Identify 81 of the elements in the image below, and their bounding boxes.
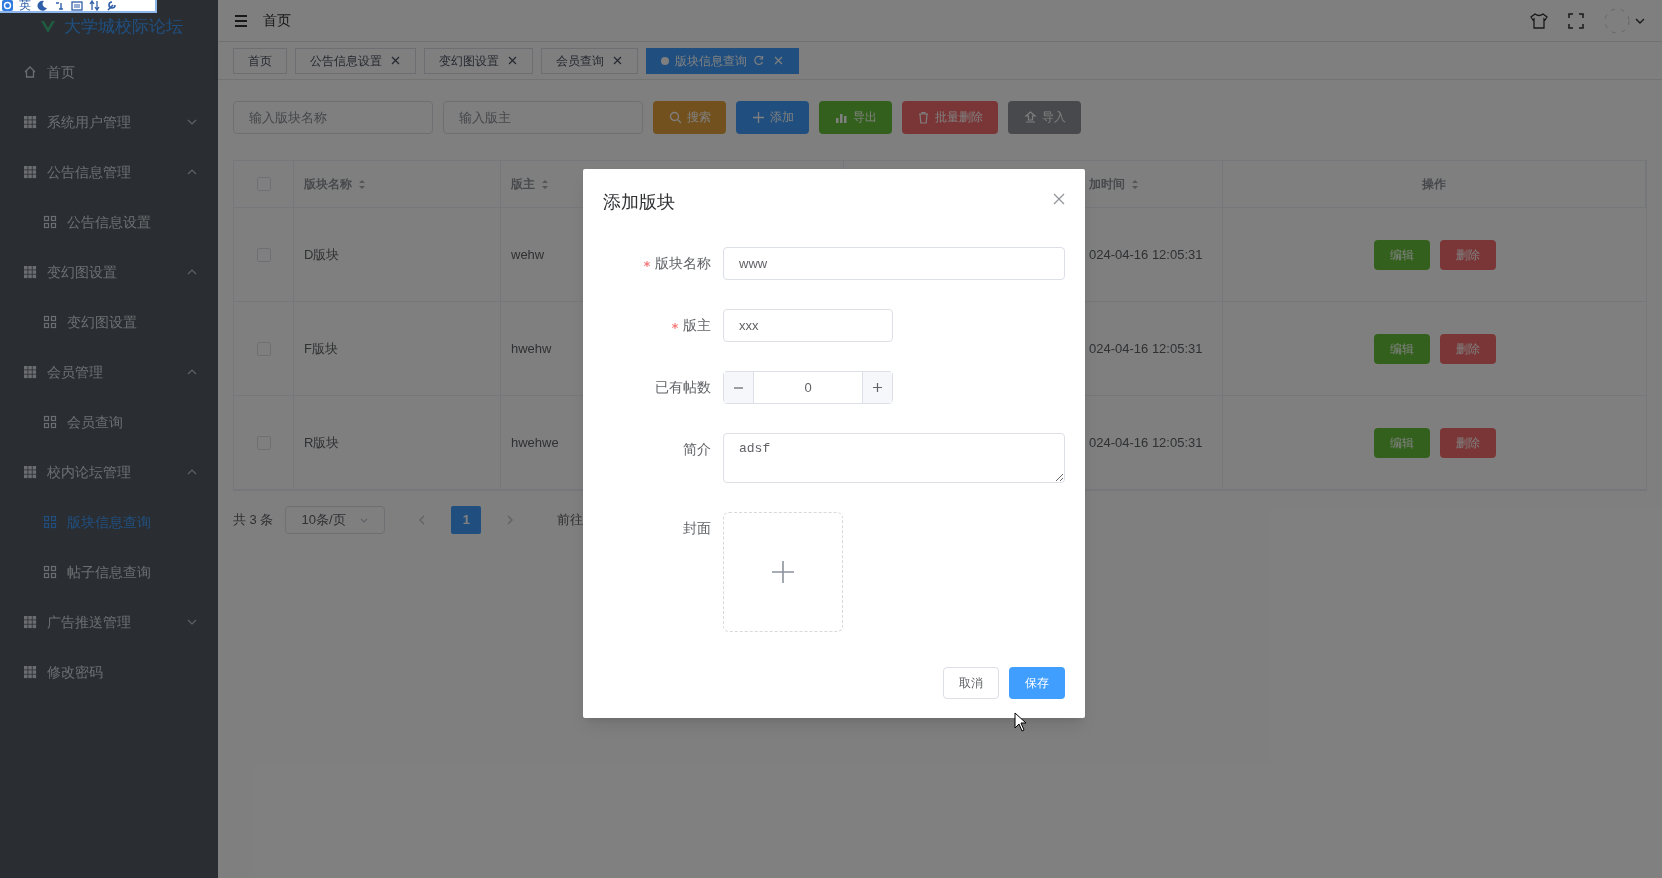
- menu-icon: [234, 13, 248, 28]
- field-label: 已有帖数: [655, 378, 711, 397]
- menu-item[interactable]: 首页: [0, 47, 218, 97]
- toolbar-button[interactable]: 添加: [736, 100, 809, 134]
- input-field[interactable]: www: [723, 247, 1065, 280]
- field-label: 简介: [683, 440, 711, 459]
- cancel-button[interactable]: 取消: [943, 667, 999, 699]
- upload-icon: [1023, 110, 1037, 124]
- table-cell-text: D版块: [304, 245, 340, 264]
- arrows-icon: [89, 0, 100, 11]
- table-cell-text: hwehwe: [511, 433, 559, 452]
- upload-box[interactable]: [723, 512, 843, 632]
- text-area[interactable]: adsf: [723, 433, 1065, 483]
- tab[interactable]: 变幻图设置: [424, 47, 533, 74]
- submenu-item[interactable]: 帖子信息查询: [0, 547, 218, 597]
- tab[interactable]: 会员查询: [541, 47, 638, 74]
- toolbar-button[interactable]: 批量删除: [902, 100, 998, 134]
- delete-button[interactable]: 删除: [1439, 333, 1496, 364]
- grid-icon: [23, 465, 37, 479]
- four-squares-icon: [43, 415, 57, 429]
- tab[interactable]: 公告信息设置: [295, 47, 416, 74]
- four-squares-icon: [43, 515, 57, 529]
- submenu-item[interactable]: 版块信息查询: [0, 497, 218, 547]
- edit-button[interactable]: 编辑: [1373, 333, 1430, 364]
- moon-icon: [37, 0, 48, 11]
- four-squares-icon: [43, 565, 57, 579]
- grid-icon: [23, 165, 37, 179]
- toolbar-button[interactable]: 搜索: [653, 100, 726, 134]
- trash-icon: [917, 110, 930, 124]
- shirt-icon: [1530, 11, 1548, 30]
- close-icon: [1053, 193, 1065, 205]
- plus-icon: [751, 110, 765, 124]
- save-button[interactable]: 保存: [1009, 667, 1065, 699]
- refresh-icon: [753, 55, 765, 66]
- delete-button[interactable]: 删除: [1439, 427, 1496, 458]
- submenu-item[interactable]: 公告信息设置: [0, 197, 218, 247]
- field-label: 版块名称: [655, 254, 711, 273]
- field-label: 封面: [683, 519, 711, 538]
- submenu-item[interactable]: 会员查询: [0, 397, 218, 447]
- avatar-icon: [1604, 7, 1630, 34]
- logo-icon: [40, 19, 56, 34]
- dot-icon: [661, 56, 669, 65]
- page-size-select[interactable]: 10条/页: [285, 506, 386, 534]
- goto-label: 前往: [557, 511, 584, 530]
- menu-item[interactable]: 变幻图设置: [0, 247, 218, 297]
- grid-icon: [23, 265, 37, 279]
- table-cell-text: wehw: [511, 245, 545, 264]
- fullscreen-icon: [1568, 12, 1584, 29]
- search-icon: [668, 110, 682, 124]
- grid-icon: [23, 615, 37, 629]
- table-cell-text: hwehw: [511, 339, 552, 358]
- grid-icon: [23, 665, 37, 679]
- four-squares-icon: [43, 315, 57, 329]
- table-cell-text: F版块: [304, 339, 338, 358]
- edit-button[interactable]: 编辑: [1373, 427, 1430, 458]
- edit-button[interactable]: 编辑: [1373, 239, 1430, 270]
- table-cell-text: 024-04-16 12:05:31: [1089, 339, 1203, 358]
- input-language-label[interactable]: 英: [19, 0, 31, 11]
- plus-icon: [872, 382, 883, 393]
- total-count: 共 3 条: [233, 511, 274, 530]
- plus-icon: [771, 560, 795, 584]
- four-squares-icon: [43, 215, 57, 229]
- grid-icon: [23, 365, 37, 379]
- keyboard-icon: [71, 0, 83, 11]
- grid-icon: [23, 115, 37, 129]
- table-cell-text: 024-04-16 12:05:31: [1089, 245, 1203, 264]
- table-cell-text: R版块: [304, 433, 340, 452]
- table-cell-text: 024-04-16 12:05:31: [1089, 433, 1203, 452]
- field-label: 版主: [683, 316, 711, 335]
- tab[interactable]: 首页: [233, 47, 287, 74]
- menu-item[interactable]: 修改密码: [0, 647, 218, 697]
- toolbar-button[interactable]: 导出: [819, 100, 892, 134]
- submenu-item[interactable]: 变幻图设置: [0, 297, 218, 347]
- home-icon: [23, 65, 37, 79]
- delete-button[interactable]: 删除: [1439, 239, 1496, 270]
- page-button[interactable]: 1: [451, 506, 482, 534]
- number-input[interactable]: 0: [723, 371, 893, 404]
- input-field[interactable]: xxx: [723, 309, 893, 342]
- dialog-title: 添加版块: [603, 191, 675, 214]
- tab[interactable]: 版块信息查询: [646, 47, 799, 74]
- app-title: 大学城校际论坛: [64, 15, 183, 38]
